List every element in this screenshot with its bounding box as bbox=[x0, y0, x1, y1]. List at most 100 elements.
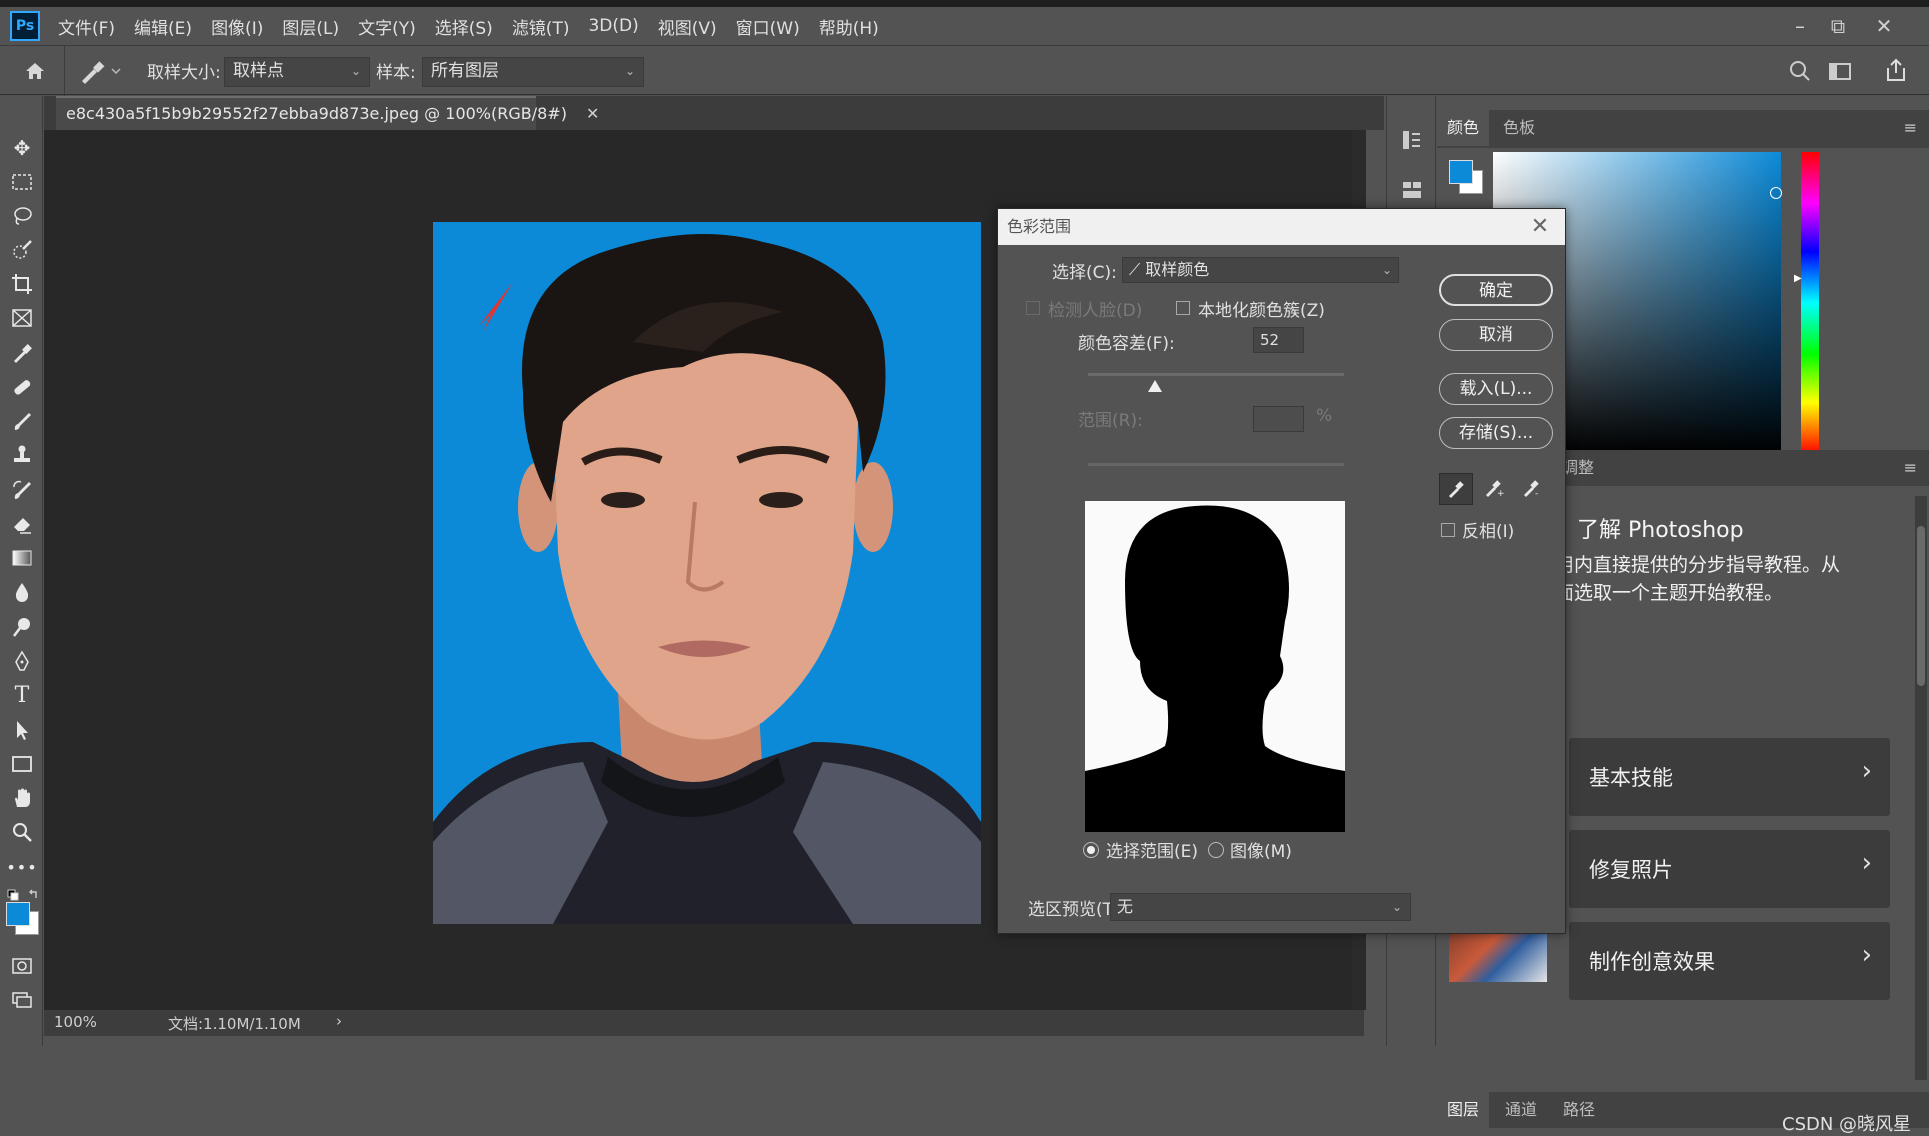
menu-view[interactable]: 视图(V) bbox=[658, 14, 717, 39]
selection-preview-select[interactable]: 无 ⌄ bbox=[1110, 893, 1411, 921]
learn-desc-line1: 用内直接提供的分步指导教程。从 bbox=[1555, 554, 1841, 576]
selection-radio[interactable] bbox=[1083, 842, 1099, 858]
learn-card-basic-skills[interactable]: 基本技能 › bbox=[1569, 738, 1890, 816]
screen-mode-icon[interactable] bbox=[8, 986, 36, 1014]
stamp-icon[interactable] bbox=[8, 441, 36, 469]
tab-paths[interactable]: 路径 bbox=[1553, 1092, 1605, 1128]
eyedropper-add-icon[interactable]: + bbox=[1478, 473, 1510, 503]
close-icon[interactable]: ✕ bbox=[1525, 209, 1555, 245]
save-button[interactable]: 存储(S)... bbox=[1439, 417, 1553, 449]
menu-image[interactable]: 图像(I) bbox=[211, 14, 263, 39]
eyedropper-subtract-icon[interactable]: - bbox=[1516, 473, 1548, 503]
hue-slider-marker-icon[interactable]: ▶ bbox=[1794, 273, 1802, 284]
sample-select[interactable]: 所有图层 ⌄ bbox=[422, 57, 644, 87]
hue-slider[interactable] bbox=[1801, 152, 1819, 454]
rectangle-icon[interactable] bbox=[8, 750, 36, 778]
properties-panel-icon[interactable] bbox=[1400, 178, 1424, 202]
foreground-color-swatch[interactable] bbox=[6, 902, 30, 926]
tab-swatches[interactable]: 色板 bbox=[1493, 110, 1545, 146]
home-icon[interactable] bbox=[20, 56, 50, 86]
image-radio[interactable] bbox=[1208, 842, 1224, 858]
color-range-dialog: 色彩范围 ✕ 选择(C): ⟋ 取样颜色 ⌄ 检测人脸(D) 本地化颜色簇(Z)… bbox=[997, 208, 1566, 934]
title-strip bbox=[0, 0, 1929, 7]
quick-mask-icon[interactable] bbox=[8, 952, 36, 980]
chevron-down-icon: ⌄ bbox=[350, 64, 361, 78]
invert-label: 反相(I) bbox=[1462, 522, 1515, 542]
menu-layer[interactable]: 图层(L) bbox=[282, 14, 339, 39]
zoom-icon[interactable] bbox=[8, 818, 36, 846]
dodge-icon[interactable] bbox=[8, 613, 36, 641]
marquee-icon[interactable] bbox=[8, 168, 36, 196]
pen-icon[interactable] bbox=[8, 647, 36, 675]
close-window-button[interactable]: ✕ bbox=[1866, 7, 1902, 45]
status-menu-arrow[interactable]: › bbox=[336, 1012, 342, 1030]
more-icon[interactable]: ••• bbox=[6, 853, 36, 881]
tab-channels[interactable]: 通道 bbox=[1495, 1092, 1547, 1128]
menu-file[interactable]: 文件(F) bbox=[58, 14, 115, 39]
panel-menu-icon[interactable]: ≡ bbox=[1904, 458, 1917, 477]
panel-foreground-swatch[interactable] bbox=[1449, 160, 1473, 184]
menu-edit[interactable]: 编辑(E) bbox=[134, 14, 192, 39]
type-icon[interactable]: T bbox=[8, 681, 36, 709]
history-panel-icon[interactable] bbox=[1400, 128, 1424, 152]
learn-card-fix-photo[interactable]: 修复照片 › bbox=[1569, 830, 1890, 908]
load-button[interactable]: 载入(L)... bbox=[1439, 373, 1553, 405]
menu-filter[interactable]: 滤镜(T) bbox=[512, 14, 570, 39]
restore-button[interactable]: ⧉ bbox=[1820, 7, 1856, 45]
menu-window[interactable]: 窗口(W) bbox=[736, 14, 800, 39]
ok-button[interactable]: 确定 bbox=[1439, 274, 1553, 306]
eyedropper-preset-icon[interactable] bbox=[78, 57, 124, 85]
sample-size-select[interactable]: 取样点 ⌄ bbox=[224, 57, 370, 87]
menu-help[interactable]: 帮助(H) bbox=[819, 14, 879, 39]
panel-menu-icon[interactable]: ≡ bbox=[1904, 118, 1917, 137]
image-radio-label: 图像(M) bbox=[1230, 842, 1292, 862]
gradient-icon[interactable] bbox=[8, 544, 36, 572]
cancel-button[interactable]: 取消 bbox=[1439, 319, 1553, 351]
eyedropper-icon[interactable] bbox=[8, 339, 36, 367]
detect-faces-label: 检测人脸(D) bbox=[1048, 301, 1143, 321]
menu-type[interactable]: 文字(Y) bbox=[358, 14, 416, 39]
invert-checkbox[interactable] bbox=[1441, 523, 1455, 537]
hand-icon[interactable] bbox=[8, 784, 36, 812]
lasso-icon[interactable] bbox=[8, 202, 36, 230]
select-dropdown[interactable]: ⟋ 取样颜色 ⌄ bbox=[1122, 257, 1399, 283]
brush-icon[interactable] bbox=[8, 407, 36, 435]
crop-icon[interactable] bbox=[8, 270, 36, 298]
menu-3d[interactable]: 3D(D) bbox=[588, 16, 638, 36]
range-slider[interactable] bbox=[1088, 463, 1344, 466]
range-input[interactable] bbox=[1253, 406, 1304, 432]
history-brush-icon[interactable] bbox=[8, 476, 36, 504]
frame-icon[interactable] bbox=[8, 304, 36, 332]
fuzziness-input[interactable]: 52 bbox=[1253, 327, 1304, 353]
detect-faces-checkbox[interactable] bbox=[1026, 301, 1040, 315]
close-tab-icon[interactable]: ✕ bbox=[586, 104, 599, 123]
eyedropper-sample-icon[interactable] bbox=[1439, 473, 1473, 505]
menu-select[interactable]: 选择(S) bbox=[435, 14, 493, 39]
blur-icon[interactable] bbox=[8, 578, 36, 606]
eraser-icon[interactable] bbox=[8, 510, 36, 538]
quick-select-icon[interactable] bbox=[8, 236, 36, 264]
tab-layers[interactable]: 图层 bbox=[1437, 1092, 1490, 1128]
zoom-level[interactable]: 100% bbox=[54, 1013, 97, 1031]
scroll-thumb[interactable] bbox=[1917, 526, 1925, 686]
healing-icon[interactable] bbox=[8, 373, 36, 401]
tab-color[interactable]: 颜色 bbox=[1437, 110, 1490, 146]
select-value: 取样颜色 bbox=[1145, 260, 1210, 279]
tools-panel: ✥ T ••• bbox=[0, 96, 43, 1046]
learn-card-creative-effects[interactable]: 制作创意效果 › bbox=[1569, 922, 1890, 1000]
move-icon[interactable]: ✥ bbox=[8, 134, 36, 162]
learn-panel-scrollbar[interactable] bbox=[1915, 496, 1927, 1080]
search-icon[interactable] bbox=[1787, 58, 1813, 84]
selection-preview[interactable] bbox=[1085, 501, 1345, 832]
color-picker-handle[interactable] bbox=[1770, 187, 1782, 199]
fuzziness-slider[interactable] bbox=[1088, 373, 1344, 376]
localized-clusters-checkbox[interactable] bbox=[1176, 301, 1190, 315]
share-icon[interactable] bbox=[1882, 56, 1910, 84]
fuzziness-slider-thumb[interactable] bbox=[1147, 377, 1162, 392]
workspace-icon[interactable] bbox=[1827, 58, 1853, 84]
chevron-right-icon: › bbox=[1861, 848, 1872, 878]
portrait-photo bbox=[433, 222, 981, 924]
document-tab[interactable]: e8c430a5f15b9b29552f27ebba9d873e.jpeg @ … bbox=[56, 96, 599, 130]
minimize-button[interactable]: – bbox=[1782, 7, 1818, 45]
path-select-icon[interactable] bbox=[8, 716, 36, 744]
